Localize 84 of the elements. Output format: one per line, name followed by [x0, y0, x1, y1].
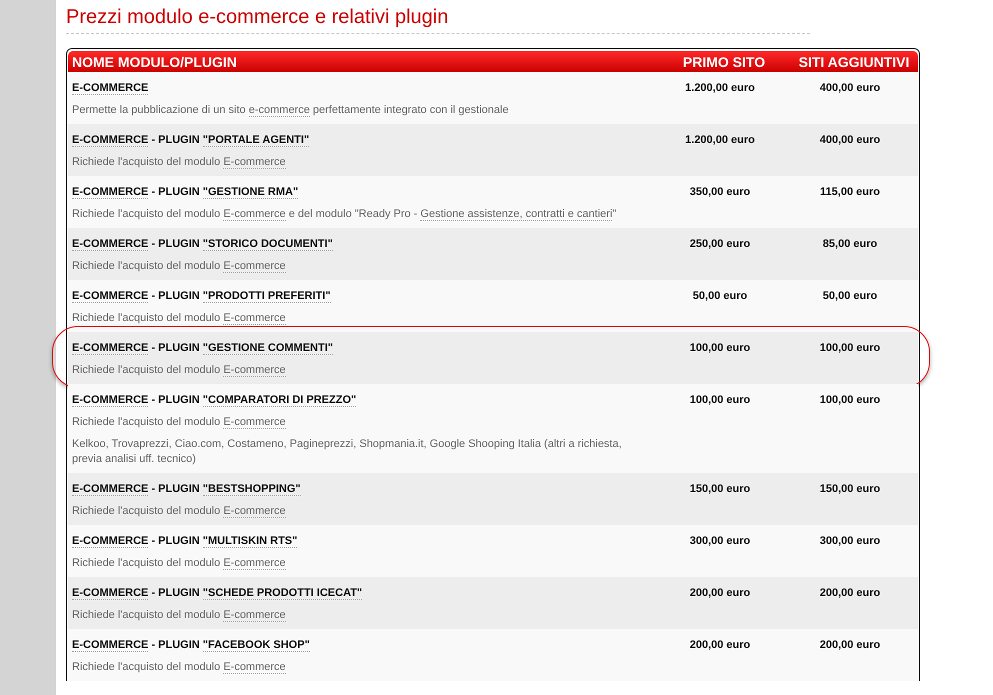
text-link[interactable]: E-COMMERCE	[72, 342, 148, 355]
text-link[interactable]: E-COMMERCE	[72, 290, 148, 303]
text-link[interactable]: E-COMMERCE	[72, 134, 148, 147]
price-first-site: 200,00 euro	[688, 638, 752, 653]
price-additional-sites: 100,00 euro	[818, 341, 882, 356]
price-first-site: 100,00 euro	[688, 393, 752, 408]
price-first-site: 300,00 euro	[688, 534, 752, 549]
module-description: perfettamente integrato con il gestionale	[312, 104, 509, 116]
text-link[interactable]: E-commerce	[223, 505, 286, 518]
module-description: Richiede l'acquisto del modulo	[72, 156, 222, 168]
price-additional-sites: 300,00 euro	[818, 534, 882, 549]
text-link[interactable]: "GESTIONE COMMENTI"	[202, 342, 333, 355]
text-link[interactable]: E-COMMERCE	[72, 535, 148, 548]
text-link[interactable]: "PORTALE AGENTI"	[202, 134, 310, 147]
text-link[interactable]: E-commerce	[223, 156, 286, 169]
price-additional-sites: 400,00 euro	[818, 133, 882, 148]
module-description: Richiede l'acquisto del modulo	[72, 312, 222, 324]
text-link[interactable]: E-COMMERCE	[72, 483, 148, 496]
module-name: - PLUGIN	[150, 342, 201, 354]
text-link[interactable]: E-commerce	[223, 609, 286, 622]
module-name: - PLUGIN	[150, 394, 201, 406]
text-link[interactable]: E-commerce	[223, 557, 286, 570]
module-name: - PLUGIN	[150, 238, 201, 250]
price-additional-sites: 50,00 euro	[822, 289, 878, 304]
text-link[interactable]: E-COMMERCE	[72, 639, 148, 652]
text-link[interactable]: E-commerce	[223, 208, 286, 221]
text-link[interactable]: E-commerce	[223, 260, 286, 273]
text-link[interactable]: "FACEBOOK SHOP"	[202, 639, 310, 652]
text-link[interactable]: E-COMMERCE	[72, 238, 148, 251]
text-link[interactable]: E-COMMERCE	[72, 82, 148, 95]
text-link[interactable]: "GESTIONE RMA"	[202, 186, 298, 199]
price-first-site: 50,00 euro	[692, 289, 748, 304]
module-name: - PLUGIN	[150, 639, 201, 651]
text-link[interactable]: E-COMMERCE	[72, 186, 148, 199]
price-first-site: 150,00 euro	[688, 482, 752, 497]
module-description: Richiede l'acquisto del modulo	[72, 364, 222, 376]
text-link[interactable]: "BESTSHOPPING"	[202, 483, 301, 496]
text-link[interactable]: e-commerce	[248, 104, 310, 117]
price-first-site: 1.200,00 euro	[684, 133, 756, 148]
module-description: Richiede l'acquisto del modulo	[72, 505, 222, 517]
module-name: - PLUGIN	[150, 483, 201, 495]
price-additional-sites: 200,00 euro	[818, 586, 882, 601]
price-first-site: 1.200,00 euro	[684, 81, 756, 96]
text-link[interactable]: "MULTISKIN RTS"	[202, 535, 298, 548]
module-description: Richiede l'acquisto del modulo	[72, 416, 222, 428]
module-name: - PLUGIN	[150, 186, 201, 198]
module-description: Richiede l'acquisto del modulo	[72, 208, 222, 220]
column-header: PRIMO SITO	[682, 54, 766, 70]
text-link[interactable]: "PRODOTTI PREFERITI"	[202, 290, 331, 303]
module-name: - PLUGIN	[150, 587, 201, 599]
text-link[interactable]: E-COMMERCE	[72, 394, 148, 407]
price-first-site: 200,00 euro	[688, 586, 752, 601]
price-additional-sites: 200,00 euro	[818, 638, 882, 653]
price-additional-sites: 115,00 euro	[819, 185, 881, 200]
price-additional-sites: 400,00 euro	[818, 81, 882, 96]
text-link[interactable]: "STORICO DOCUMENTI"	[202, 238, 333, 251]
price-first-site: 100,00 euro	[688, 341, 752, 356]
module-description: Kelkoo, Trovaprezzi, Ciao.com, Costameno, Pagineprezzi, Shopmania.it, Google Shooping Italia (altri a richiesta, previa analisi uff. tecnico)	[72, 438, 623, 465]
module-name: - PLUGIN	[150, 290, 201, 302]
text-link[interactable]: E-commerce	[223, 312, 286, 325]
text-link[interactable]: E-commerce	[223, 661, 286, 674]
text-link[interactable]: E-COMMERCE	[72, 587, 148, 600]
text-link[interactable]: E-commerce	[223, 364, 286, 377]
column-header: NOME MODULO/PLUGIN	[71, 54, 238, 70]
price-additional-sites: 150,00 euro	[818, 482, 882, 497]
price-additional-sites: 85,00 euro	[822, 237, 878, 252]
module-description: "	[612, 208, 616, 220]
price-first-site: 350,00 euro	[688, 185, 752, 200]
module-description: Richiede l'acquisto del modulo	[72, 557, 222, 569]
module-description: Richiede l'acquisto del modulo	[72, 609, 222, 621]
price-additional-sites: 100,00 euro	[818, 393, 882, 408]
page-title: Prezzi modulo e-commerce e relativi plugin	[66, 6, 810, 34]
module-description: Permette la pubblicazione di un sito	[72, 104, 247, 116]
module-description: Richiede l'acquisto del modulo	[72, 260, 222, 272]
text-link[interactable]: E-commerce	[223, 416, 286, 429]
text-link[interactable]: "SCHEDE PRODOTTI ICECAT"	[202, 587, 362, 600]
module-name: - PLUGIN	[150, 134, 201, 146]
text-link[interactable]: "COMPARATORI DI PREZZO"	[202, 394, 356, 407]
module-description: Richiede l'acquisto del modulo	[72, 661, 222, 673]
module-description: e del modulo "Ready Pro -	[288, 208, 418, 220]
column-header: SITI AGGIUNTIVI	[798, 54, 910, 70]
module-name: - PLUGIN	[150, 535, 201, 547]
price-first-site: 250,00 euro	[688, 237, 752, 252]
text-link[interactable]: Gestione assistenze, contratti e cantieri	[420, 208, 612, 221]
